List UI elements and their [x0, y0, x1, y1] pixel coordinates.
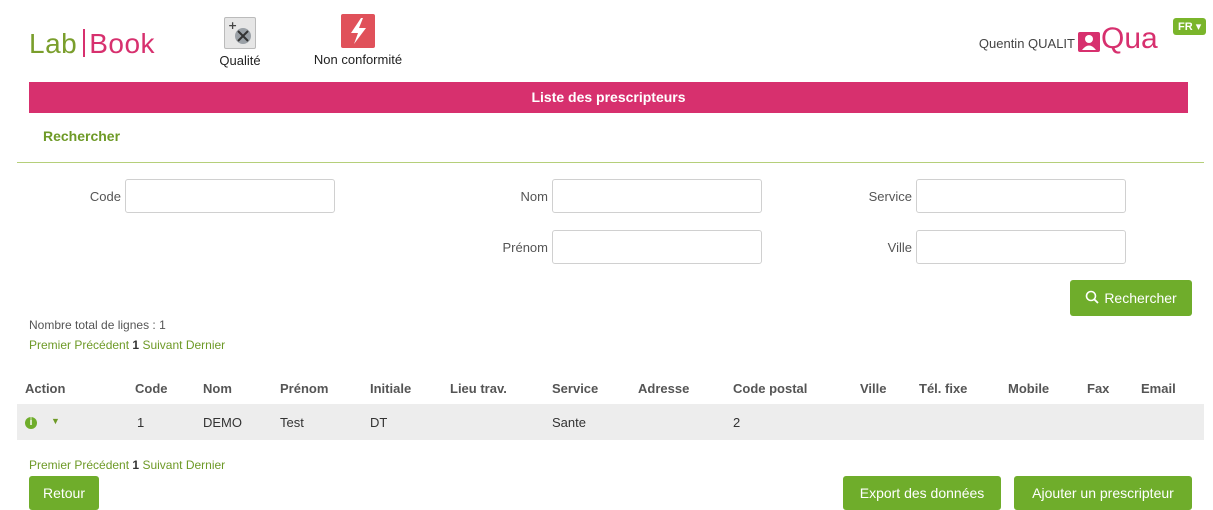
- menu-quality[interactable]: + Qualité: [210, 17, 270, 68]
- cell-service: Sante: [552, 415, 586, 430]
- search-section-title: Rechercher: [43, 128, 121, 144]
- svg-text:+: +: [228, 19, 237, 32]
- divider: [17, 162, 1204, 163]
- pager-prev[interactable]: Précédent: [74, 338, 129, 352]
- pager-current: 1: [132, 458, 140, 472]
- search-button[interactable]: Rechercher: [1070, 280, 1192, 316]
- quality-icon: +: [224, 17, 256, 49]
- info-icon[interactable]: i: [25, 417, 37, 429]
- total-lines: Nombre total de lignes : 1: [29, 318, 166, 332]
- search-button-label: Rechercher: [1104, 290, 1177, 306]
- menu-quality-label: Qualité: [219, 53, 261, 68]
- pager-prev[interactable]: Précédent: [74, 458, 129, 472]
- chevron-down-icon[interactable]: ▼: [51, 416, 60, 426]
- col-header-code[interactable]: Code: [135, 381, 168, 396]
- back-button[interactable]: Retour: [29, 476, 99, 510]
- language-label: FR: [1178, 21, 1193, 33]
- col-header-mobile[interactable]: Mobile: [1008, 381, 1049, 396]
- pagination-top: Premier Précédent 1 Suivant Dernier: [29, 338, 225, 352]
- prenom-label: Prénom: [502, 240, 548, 255]
- ville-label: Ville: [887, 240, 912, 255]
- chevron-down-icon: ▾: [1195, 21, 1202, 33]
- nom-label: Nom: [520, 189, 548, 204]
- col-header-code-postal[interactable]: Code postal: [733, 381, 807, 396]
- pager-next[interactable]: Suivant: [142, 458, 182, 472]
- pager-first[interactable]: Premier: [29, 338, 71, 352]
- user-short-name[interactable]: Qua: [1101, 22, 1158, 56]
- nonconformity-icon: [341, 14, 375, 48]
- col-header-lieu[interactable]: Lieu trav.: [450, 381, 507, 396]
- logo-separator: [83, 29, 86, 57]
- page-title: Liste des prescripteurs: [29, 82, 1188, 113]
- cell-code: 1: [137, 415, 145, 430]
- logo-lab: Lab: [29, 28, 78, 59]
- cell-code-postal: 2: [733, 415, 741, 430]
- user-name: Quentin QUALIT: [978, 36, 1075, 51]
- col-header-ville[interactable]: Ville: [860, 381, 887, 396]
- service-label: Service: [868, 189, 912, 204]
- col-header-service[interactable]: Service: [552, 381, 598, 396]
- col-header-action[interactable]: Action: [25, 381, 65, 396]
- col-header-tel[interactable]: Tél. fixe: [919, 381, 967, 396]
- prenom-input[interactable]: [552, 230, 762, 264]
- code-label: Code: [89, 189, 121, 204]
- pager-last[interactable]: Dernier: [186, 338, 225, 352]
- pager-current: 1: [132, 338, 140, 352]
- col-header-nom[interactable]: Nom: [203, 381, 232, 396]
- table-row[interactable]: [17, 404, 1204, 440]
- cell-initiale: DT: [370, 415, 388, 430]
- col-header-prenom[interactable]: Prénom: [280, 381, 328, 396]
- col-header-adresse[interactable]: Adresse: [638, 381, 689, 396]
- cell-prenom: Test: [280, 415, 304, 430]
- add-prescriber-button[interactable]: Ajouter un prescripteur: [1014, 476, 1192, 510]
- service-input[interactable]: [916, 179, 1126, 213]
- col-header-initiale[interactable]: Initiale: [370, 381, 411, 396]
- nom-input[interactable]: [552, 179, 762, 213]
- cell-nom: DEMO: [203, 415, 242, 430]
- app-logo[interactable]: Lab Book: [29, 28, 155, 60]
- user-avatar-icon[interactable]: [1078, 32, 1100, 52]
- search-icon: [1085, 290, 1099, 307]
- menu-nonconformity[interactable]: Non conformité: [303, 14, 413, 67]
- pager-last[interactable]: Dernier: [186, 458, 225, 472]
- col-header-fax[interactable]: Fax: [1087, 381, 1109, 396]
- pager-next[interactable]: Suivant: [142, 338, 182, 352]
- export-button[interactable]: Export des données: [843, 476, 1001, 510]
- menu-nonconformity-label: Non conformité: [313, 52, 403, 67]
- pager-first[interactable]: Premier: [29, 458, 71, 472]
- language-selector[interactable]: FR ▾: [1173, 18, 1207, 35]
- logo-book: Book: [89, 28, 156, 59]
- code-input[interactable]: [125, 179, 335, 213]
- ville-input[interactable]: [916, 230, 1126, 264]
- col-header-email[interactable]: Email: [1141, 381, 1176, 396]
- pagination-bottom: Premier Précédent 1 Suivant Dernier: [29, 458, 225, 472]
